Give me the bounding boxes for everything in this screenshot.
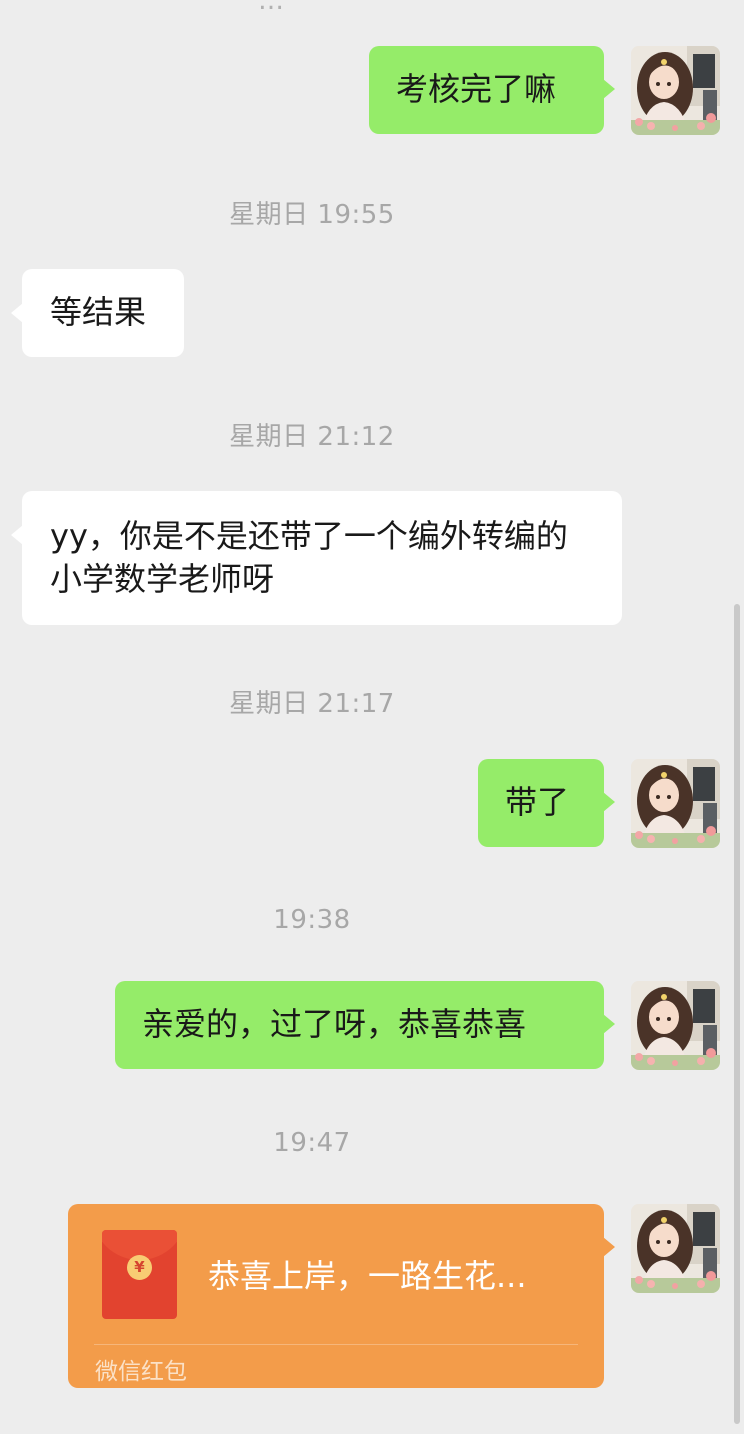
bubble-tail [603,79,615,99]
avatar-icon[interactable] [631,46,720,135]
message-bubble-incoming[interactable]: 等结果 [11,269,184,357]
red-packet-message[interactable]: ¥ 恭喜上岸，一路生花... 微信红包 [68,1204,615,1388]
avatar-icon[interactable] [631,981,720,1070]
timestamp: 星期日 21:12 [229,422,395,452]
bubble-tail [11,303,23,323]
timestamp: 星期日 19:55 [229,200,395,230]
timestamp: 星期日 21:17 [229,689,395,719]
message-bubble-incoming[interactable]: yy，你是不是还带了一个编外转编的小学数学老师呀 [11,491,622,625]
bubble-tail [603,1237,615,1257]
message-text: 等结果 [50,293,147,331]
message-text: 带了 [505,783,570,821]
message-bubble-outgoing[interactable]: 考核完了嘛 [369,46,615,134]
message-text: 考核完了嘛 [396,70,557,108]
avatar-icon[interactable] [631,759,720,848]
message-text: 亲爱的，过了呀，恭喜恭喜 [142,1005,527,1043]
bubble-tail [603,792,615,812]
message-text: yy，你是不是还带了一个编外转编的小学数学老师呀 [50,517,568,598]
divider [94,1344,578,1345]
timestamp: 19:38 [273,905,351,935]
timestamp: 19:47 [273,1128,351,1158]
chat-window[interactable]: … 考核完了嘛 星期日 19:55 等结果 星期日 21:12 yy，你是不是还… [0,0,744,1434]
red-packet-label: 微信红包 [95,1359,187,1385]
scrollbar[interactable] [734,604,740,1424]
avatar-icon[interactable] [631,1204,720,1293]
red-packet-title: 恭喜上岸，一路生花... [208,1257,527,1295]
message-bubble-outgoing[interactable]: 亲爱的，过了呀，恭喜恭喜 [115,981,615,1069]
red-envelope-icon: ¥ [102,1230,177,1319]
clipped-timestamp: … [258,0,284,16]
bubble-tail [11,525,23,545]
bubble-tail [603,1014,615,1034]
message-bubble-outgoing[interactable]: 带了 [478,759,615,847]
yuan-coin-icon: ¥ [127,1255,152,1280]
